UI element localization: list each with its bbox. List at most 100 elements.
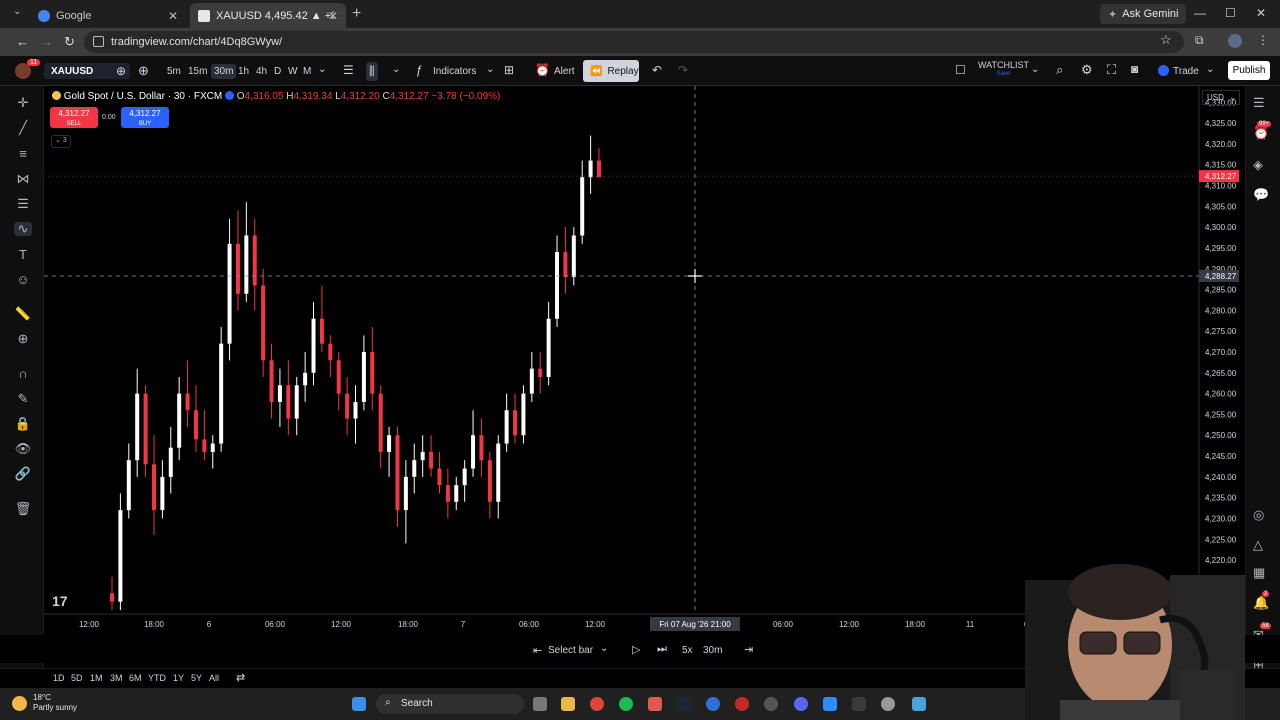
game-app-icon[interactable] [706,697,720,711]
select-bar-icon[interactable]: ⇤ [533,644,542,657]
quick-search-icon[interactable]: ⌕ [1056,62,1063,78]
fib-icon[interactable]: ≡ [14,147,32,161]
chat-icon[interactable]: 💬 [1253,187,1269,203]
tab-google[interactable]: Google ✕ [30,3,186,28]
sell-button[interactable]: 4,312.27 SELL [50,107,98,128]
magnet-icon[interactable]: ∩ [14,367,32,381]
back-icon[interactable]: ← [16,34,29,49]
select-bar-button[interactable]: Select bar [548,645,593,656]
bell-alert-icon[interactable]: 🔔 [1253,595,1269,611]
link-icon[interactable]: 🔗 [14,467,32,481]
excel-icon[interactable] [852,697,866,711]
range-1d[interactable]: 1D [53,673,65,683]
range-5d[interactable]: 5D [71,673,83,683]
timeframe-chevron-icon[interactable]: ⌄ [318,64,326,75]
range-1m[interactable]: 1M [90,673,103,683]
target-icon[interactable]: ◎ [1253,507,1264,523]
add-symbol-icon[interactable]: ⊕ [116,64,126,78]
close-icon[interactable]: ✕ [168,9,178,23]
layers-icon[interactable]: ◈ [1253,157,1263,173]
github-icon[interactable] [881,697,895,711]
taskbar-search[interactable]: ⌕ Search [376,694,524,714]
menu-kebab-icon[interactable]: ⋮ [1257,33,1269,47]
brush-icon[interactable]: ∿ [14,222,32,236]
range-ytd[interactable]: YTD [148,673,166,683]
bookmark-star-icon[interactable]: ☆ [1160,32,1172,48]
chrome-icon[interactable] [590,697,604,711]
discord-icon[interactable] [794,697,808,711]
extensions-icon[interactable]: ⧉ [1195,33,1204,48]
replay-interval[interactable]: 30m [703,645,722,656]
play-icon[interactable]: ▷ [632,643,640,656]
indicators-icon[interactable]: ƒ [416,63,423,77]
range-3m[interactable]: 3M [110,673,123,683]
watchlist-button[interactable]: WATCHLIST Save [978,61,1029,79]
alert-button[interactable]: Alert [554,66,575,77]
tab-xauusd[interactable]: XAUUSD 4,495.42 ▲ +3.72% W ✕ [190,3,346,28]
alerts-clock-icon[interactable]: ⏰ [1253,125,1269,141]
settings-gear-icon[interactable]: ⚙ [1081,62,1093,78]
select-bar-chevron-icon[interactable]: ⌄ [600,643,608,654]
timeframe-m[interactable]: M [303,66,311,77]
trend-line-icon[interactable]: ╱ [14,121,32,135]
indicators-chevron-icon[interactable]: ⌄ [486,64,494,75]
zoom-in-icon[interactable]: ⊕ [14,332,32,346]
record-app-icon[interactable] [735,697,749,711]
ruler-icon[interactable]: 📏 [14,307,32,321]
indicators-collapse-button[interactable]: ⌄ 3 [51,135,71,148]
currency-selector[interactable]: USD ⌄ [1202,90,1240,105]
watchlist-checkbox-icon[interactable]: ☐ [955,63,966,77]
tradingview-logo-icon[interactable]: 17 [52,593,68,609]
range-all[interactable]: All [209,673,219,683]
trash-icon[interactable]: 🗑 [14,502,32,516]
chart-type-chevron-icon[interactable]: ⌄ [392,64,400,75]
weather-widget[interactable]: 18°C Partly sunny [33,693,77,713]
windows-start-icon[interactable] [352,697,366,711]
browser-app-icon[interactable] [912,697,926,711]
pattern-icon[interactable]: ⋈ [14,172,32,186]
close-window-icon[interactable]: ✕ [1256,6,1266,20]
ask-gemini-button[interactable]: ✦ Ask Gemini [1100,4,1187,24]
settings-app-icon[interactable] [764,697,778,711]
close-icon[interactable]: ✕ [328,9,338,23]
profile-avatar[interactable] [1228,34,1242,48]
projection-icon[interactable]: ☰ [14,197,32,211]
lock-icon[interactable]: 🔒 [14,417,32,431]
step-forward-icon[interactable]: ⏭ [657,643,667,656]
task-view-icon[interactable] [533,697,547,711]
watchlist-chevron-icon[interactable]: ⌄ [1031,64,1039,75]
steam-icon[interactable] [677,697,691,711]
redo-icon[interactable]: ↷ [678,63,688,77]
publish-button[interactable]: Publish [1228,61,1270,80]
layouts-icon[interactable]: ⊞ [504,63,514,77]
replay-button[interactable]: ⏪ Replay [583,60,639,82]
spotify-icon[interactable] [619,697,633,711]
telegram-icon[interactable] [648,697,662,711]
site-info-icon[interactable] [93,36,104,47]
zoom-icon[interactable] [823,697,837,711]
buy-button[interactable]: 4,312.27 BUY [121,107,169,128]
timeframe-w[interactable]: W [288,66,297,77]
trade-chevron-icon[interactable]: ⌄ [1206,64,1214,75]
minimize-icon[interactable]: — [1194,6,1206,20]
url-bar[interactable]: tradingview.com/chart/4Dq8GWyw/ [84,31,1184,53]
text-icon[interactable]: T [14,248,32,262]
candles-icon[interactable]: ⫼ [366,62,378,81]
indicators-button[interactable]: Indicators [433,66,476,77]
fullscreen-icon[interactable]: ⛶ [1107,62,1116,78]
crosshair-icon[interactable]: ✛ [14,96,32,110]
range-5y[interactable]: 5Y [191,673,202,683]
watchlist-panel-icon[interactable]: ☰ [1253,95,1265,111]
bar-style-icon[interactable]: ☰ [343,63,354,77]
timeframe-15m[interactable]: 15m [188,66,207,77]
timeframe-30m[interactable]: 30m [211,64,237,79]
file-explorer-icon[interactable] [561,697,575,711]
pencil-lock-icon[interactable]: ✎ [14,392,32,406]
forward-icon[interactable]: → [40,34,53,49]
camera-icon[interactable]: ◙ [1131,62,1138,76]
timeframe-5m[interactable]: 5m [167,66,181,77]
triangle-icon[interactable]: △ [1253,537,1263,553]
timeframe-d[interactable]: D [274,66,281,77]
trade-button[interactable]: Trade [1173,66,1199,77]
maximize-icon[interactable]: ☐ [1225,6,1236,20]
